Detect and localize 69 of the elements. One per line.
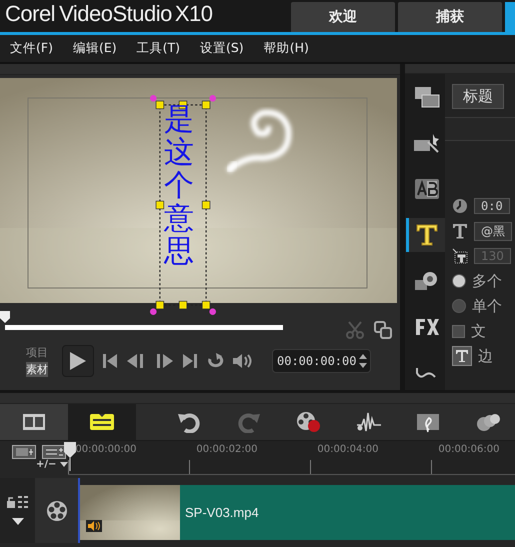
font-icon — [452, 223, 468, 239]
time-label: 00:00:00:00 — [75, 444, 136, 455]
caret-icon[interactable] — [12, 518, 24, 525]
film-strip-icon[interactable] — [12, 445, 36, 459]
menu-item[interactable]: 设置(S) — [200, 40, 244, 57]
input-field[interactable]: @黑 — [474, 222, 512, 240]
fx-icon — [414, 318, 438, 336]
step-back-icon[interactable] — [126, 353, 146, 369]
sound-wave-icon[interactable] — [356, 411, 382, 433]
film-reel-icon — [46, 500, 68, 522]
playhead-icon[interactable] — [63, 441, 78, 471]
radio-button[interactable] — [452, 299, 466, 313]
title-icon — [416, 224, 438, 246]
transition-icon — [414, 179, 438, 199]
media-icon — [414, 86, 440, 108]
menu-item[interactable]: 工具(T) — [136, 40, 180, 57]
time-label: 00:00:02:00 — [196, 444, 258, 455]
app-logo: Corel VideoStudioX10 — [4, 1, 212, 28]
spinner-arrows-icon[interactable] — [358, 353, 368, 369]
selection-frame[interactable] — [150, 95, 216, 315]
panel-grip[interactable] — [0, 393, 515, 404]
magic-wand-icon — [412, 132, 440, 154]
menu-item[interactable]: 文件(F) — [10, 40, 53, 57]
mode-option[interactable]: 项目 — [26, 345, 48, 360]
text-border-icon[interactable] — [452, 346, 472, 366]
circles-icon[interactable] — [476, 411, 502, 433]
video-clip[interactable]: SP-V03.mp4 — [80, 485, 515, 540]
play-icon — [69, 351, 87, 371]
menu-item[interactable]: 帮助(H) — [264, 40, 309, 57]
timeline-view-button[interactable] — [68, 404, 136, 440]
film-reel-icon[interactable] — [296, 411, 322, 433]
volume-icon[interactable] — [232, 353, 252, 369]
option-label: 文 — [471, 322, 486, 340]
add-remove-tracks[interactable]: +/− — [36, 459, 56, 470]
option-label: 单个 — [472, 296, 502, 316]
checkbox[interactable] — [452, 324, 465, 338]
timecode-field[interactable]: 00:00:00:00 — [272, 349, 372, 373]
category-tab[interactable] — [406, 218, 444, 252]
option-label: 多个 — [472, 272, 502, 290]
input-field[interactable]: 0:0 — [474, 198, 510, 214]
repeat-icon[interactable] — [206, 353, 224, 369]
radio-button[interactable] — [452, 274, 466, 288]
timeline-icon — [89, 413, 115, 431]
option-label: 边 — [478, 346, 493, 366]
lock-icon[interactable] — [6, 496, 28, 508]
audio-icon — [86, 520, 102, 532]
time-label: 00:00:06:00 — [438, 444, 500, 455]
storyboard-icon — [22, 413, 46, 431]
scrub-handle[interactable] — [0, 311, 10, 323]
title-tab[interactable]: 标题 — [452, 84, 504, 109]
track-manager-icon[interactable] — [42, 445, 66, 459]
panel-grip[interactable] — [405, 64, 515, 74]
undo-icon[interactable] — [176, 411, 202, 433]
skip-end-icon[interactable] — [182, 353, 198, 369]
menu-item[interactable]: 编辑(E) — [72, 40, 117, 57]
tab[interactable]: 欢迎 — [291, 2, 395, 32]
tab[interactable]: 捕获 — [398, 2, 502, 32]
mode-option[interactable]: 素材 — [26, 362, 48, 377]
caret-icon[interactable] — [60, 462, 68, 467]
text-size-icon — [452, 248, 468, 264]
copy-icon[interactable] — [374, 321, 392, 339]
play-button[interactable] — [62, 345, 94, 377]
storyboard-view-button[interactable] — [0, 404, 68, 440]
clip-name: SP-V03.mp4 — [185, 505, 259, 520]
path-icon — [414, 367, 438, 379]
clock-icon — [452, 198, 468, 214]
skip-start-icon[interactable] — [102, 353, 118, 369]
time-label: 00:00:04:00 — [317, 444, 378, 455]
step-forward-icon[interactable] — [154, 353, 174, 369]
